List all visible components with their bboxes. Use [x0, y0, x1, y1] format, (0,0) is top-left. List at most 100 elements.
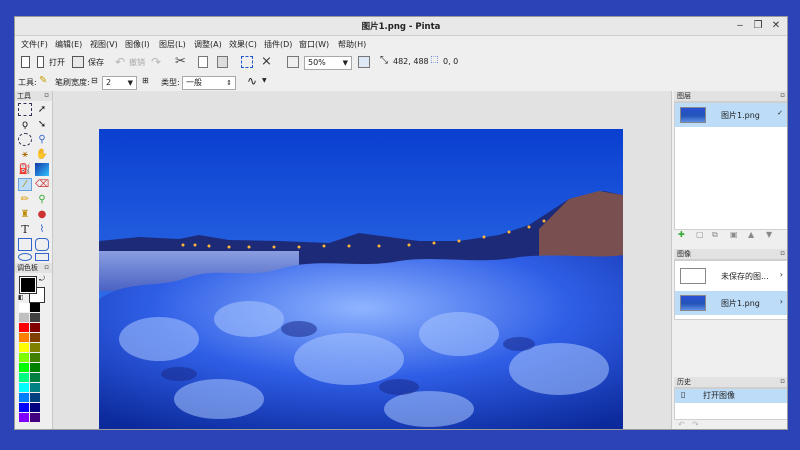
antialiasing-icon[interactable]: ∿ [247, 74, 257, 88]
paint-bucket-icon[interactable]: ⛽ [18, 163, 32, 176]
menu-window[interactable]: 窗口(W) [299, 39, 329, 50]
palette-swatch[interactable] [30, 303, 40, 312]
palette-swatch[interactable] [30, 393, 40, 402]
image-row-unsaved[interactable]: 未保存的图... › [675, 264, 787, 288]
duplicate-layer-icon[interactable]: ⧉ [712, 230, 718, 240]
paintbrush-tool-icon[interactable]: ⁄ [18, 178, 32, 191]
history-row[interactable]: ▯ 打开图像 [675, 389, 787, 403]
palette-swatch[interactable] [19, 353, 29, 362]
swap-colors-icon[interactable]: ⤾ [39, 275, 45, 284]
undo-icon[interactable]: ↶ [115, 55, 125, 69]
ellipse-icon[interactable] [18, 253, 32, 261]
menu-edit[interactable]: 编辑(E) [55, 39, 82, 50]
palette-swatch[interactable] [30, 373, 40, 382]
menu-layer[interactable]: 图层(L) [159, 39, 186, 50]
increase-width-icon[interactable]: ⊞ [142, 76, 149, 85]
paste-icon[interactable] [217, 56, 228, 68]
palette-swatch[interactable] [19, 373, 29, 382]
menu-adjust[interactable]: 调整(A) [194, 39, 222, 50]
menu-help[interactable]: 帮助(H) [338, 39, 366, 50]
resize-image-icon[interactable] [287, 56, 299, 68]
type-select[interactable]: 一般 ⇕ [182, 76, 236, 90]
text-icon[interactable]: T [18, 223, 32, 236]
cut-icon[interactable]: ✂ [175, 54, 186, 69]
zoom-fit-icon[interactable] [358, 56, 370, 68]
collapse-icon[interactable]: ▫ [44, 90, 49, 100]
palette-swatch[interactable] [30, 313, 40, 322]
palette-swatch[interactable] [30, 383, 40, 392]
menu-file[interactable]: 文件(F) [21, 39, 48, 50]
menu-view[interactable]: 视图(V) [90, 39, 118, 50]
collapse-icon[interactable]: ▫ [780, 376, 785, 386]
recolor-icon[interactable]: ● [35, 208, 49, 221]
brush-width-input[interactable]: 2 ▼ [102, 76, 137, 90]
close-icon[interactable]: ✕ [769, 19, 783, 33]
palette-swatch[interactable] [19, 393, 29, 402]
canvas-area[interactable] [53, 91, 671, 430]
palette-swatch[interactable] [30, 353, 40, 362]
reset-colors-icon[interactable]: ◧ [18, 294, 24, 301]
collapse-icon[interactable]: ▫ [780, 90, 785, 100]
magic-wand-icon[interactable]: ⚹ [18, 148, 32, 161]
decrease-width-icon[interactable]: ⊟ [91, 76, 98, 85]
clone-stamp-icon[interactable]: ♜ [18, 208, 32, 221]
pan-icon[interactable]: ✋ [35, 148, 49, 161]
maximize-icon[interactable]: ❐ [751, 19, 765, 33]
save-icon[interactable] [72, 56, 84, 68]
canvas-image[interactable] [99, 129, 623, 430]
palette-swatch[interactable] [19, 403, 29, 412]
color-picker-icon[interactable]: ⚲ [35, 193, 49, 206]
move-selected-icon[interactable]: ➚ [35, 103, 49, 116]
undo-button[interactable]: 撤销 [129, 57, 145, 68]
palette-swatch[interactable] [19, 313, 29, 322]
collapse-icon[interactable]: ▫ [780, 248, 785, 258]
menu-effects[interactable]: 效果(C) [229, 39, 257, 50]
palette-swatch[interactable] [19, 413, 29, 422]
ellipse-select-icon[interactable] [18, 133, 32, 146]
palette-swatch[interactable] [30, 363, 40, 372]
move-layer-up-icon[interactable]: ▲ [748, 230, 754, 239]
palette-swatch[interactable] [30, 323, 40, 332]
palette-swatch[interactable] [19, 333, 29, 342]
line-curve-icon[interactable]: ⌇ [35, 223, 49, 236]
move-layer-down-icon[interactable]: ▼ [766, 230, 772, 239]
lasso-select-icon[interactable]: ϙ [18, 118, 32, 131]
image-row-current[interactable]: 图片1.png › [675, 291, 787, 315]
move-selection-icon[interactable]: ➘ [35, 118, 49, 131]
redo-icon[interactable]: ↷ [151, 55, 161, 69]
layer-visibility-icon[interactable]: ✓ [777, 109, 783, 117]
palette-swatch[interactable] [19, 323, 29, 332]
delete-layer-icon[interactable]: ▢ [696, 230, 704, 239]
palette-swatch[interactable] [30, 413, 40, 422]
add-layer-icon[interactable]: ✚ [678, 230, 685, 239]
redo-icon[interactable]: ↷ [692, 420, 699, 429]
palette-swatch[interactable] [30, 343, 40, 352]
menu-plugins[interactable]: 插件(D) [264, 39, 292, 50]
palette-swatch[interactable] [19, 363, 29, 372]
palette-swatch[interactable] [19, 383, 29, 392]
rectangle-select-icon[interactable] [18, 103, 32, 116]
primary-color-swatch[interactable] [19, 276, 37, 294]
chevron-right-icon[interactable]: › [780, 297, 783, 306]
zoom-icon[interactable]: ⚲ [35, 133, 49, 146]
chevron-right-icon[interactable]: › [780, 270, 783, 279]
rectangle-icon[interactable] [18, 238, 32, 251]
pencil-icon[interactable]: ✏ [18, 193, 32, 206]
zoom-select[interactable]: 50% ▼ [304, 56, 352, 70]
palette-swatch[interactable] [19, 303, 29, 312]
freeform-shape-icon[interactable] [35, 253, 49, 261]
save-button[interactable]: 保存 [88, 57, 104, 68]
copy-icon[interactable] [198, 56, 208, 68]
new-file-icon[interactable] [21, 56, 30, 68]
minimize-icon[interactable]: ‒ [733, 19, 747, 33]
palette-swatch[interactable] [30, 403, 40, 412]
eraser-icon[interactable]: ⌫ [35, 178, 49, 191]
crop-to-selection-icon[interactable] [241, 56, 253, 68]
open-file-icon[interactable] [37, 56, 44, 68]
chevron-down-icon[interactable]: ▼ [262, 77, 267, 84]
gradient-icon[interactable] [35, 163, 49, 176]
collapse-icon[interactable]: ▫ [44, 262, 49, 272]
layer-row[interactable]: 图片1.png ✓ [675, 103, 787, 127]
palette-swatch[interactable] [19, 343, 29, 352]
menu-image[interactable]: 图像(I) [125, 39, 150, 50]
